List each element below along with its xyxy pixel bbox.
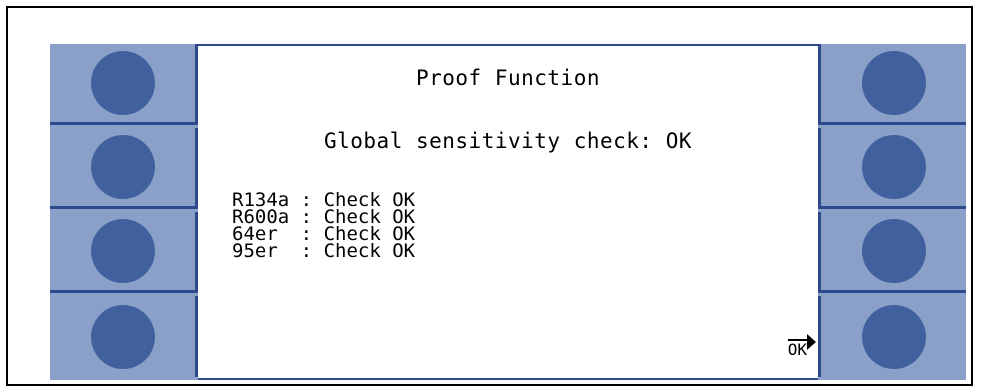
check-status: Check OK: [323, 240, 416, 262]
left-softkey-2[interactable]: [50, 128, 198, 209]
gas-check-results: R134a : Check OK R600a : Check OK 64er :…: [232, 191, 416, 262]
circle-button-icon: [861, 135, 926, 199]
global-sensitivity-status: Global sensitivity check: OK: [323, 129, 692, 153]
left-softkey-3[interactable]: [50, 212, 198, 293]
gas-name: 95er: [232, 240, 290, 262]
right-softkey-2[interactable]: [818, 128, 966, 209]
left-softkey-4[interactable]: [50, 296, 198, 377]
circle-button-icon: [861, 51, 926, 115]
right-softkey-1[interactable]: [818, 44, 966, 125]
circle-button-icon: [90, 219, 155, 283]
left-softkey-column: [50, 44, 198, 380]
control-panel: Proof Function Global sensitivity check:…: [50, 44, 966, 380]
circle-button-icon: [861, 219, 926, 283]
circle-button-icon: [90, 304, 155, 369]
ok-softkey-label: OK: [787, 334, 816, 359]
separator: :: [300, 240, 313, 262]
right-softkey-column: [818, 44, 966, 380]
right-softkey-4-ok[interactable]: [818, 296, 966, 377]
circle-button-icon: [90, 135, 155, 199]
ok-label: OK: [787, 339, 807, 359]
right-softkey-3[interactable]: [818, 212, 966, 293]
left-softkey-1[interactable]: [50, 44, 198, 125]
device-frame: Proof Function Global sensitivity check:…: [6, 6, 973, 386]
display-screen: Proof Function Global sensitivity check:…: [198, 44, 818, 380]
arrow-right-icon: [807, 334, 816, 350]
result-row-95er: 95er : Check OK: [232, 240, 416, 262]
circle-button-icon: [861, 304, 926, 369]
page-title: Proof Function: [415, 66, 600, 90]
circle-button-icon: [90, 51, 155, 115]
